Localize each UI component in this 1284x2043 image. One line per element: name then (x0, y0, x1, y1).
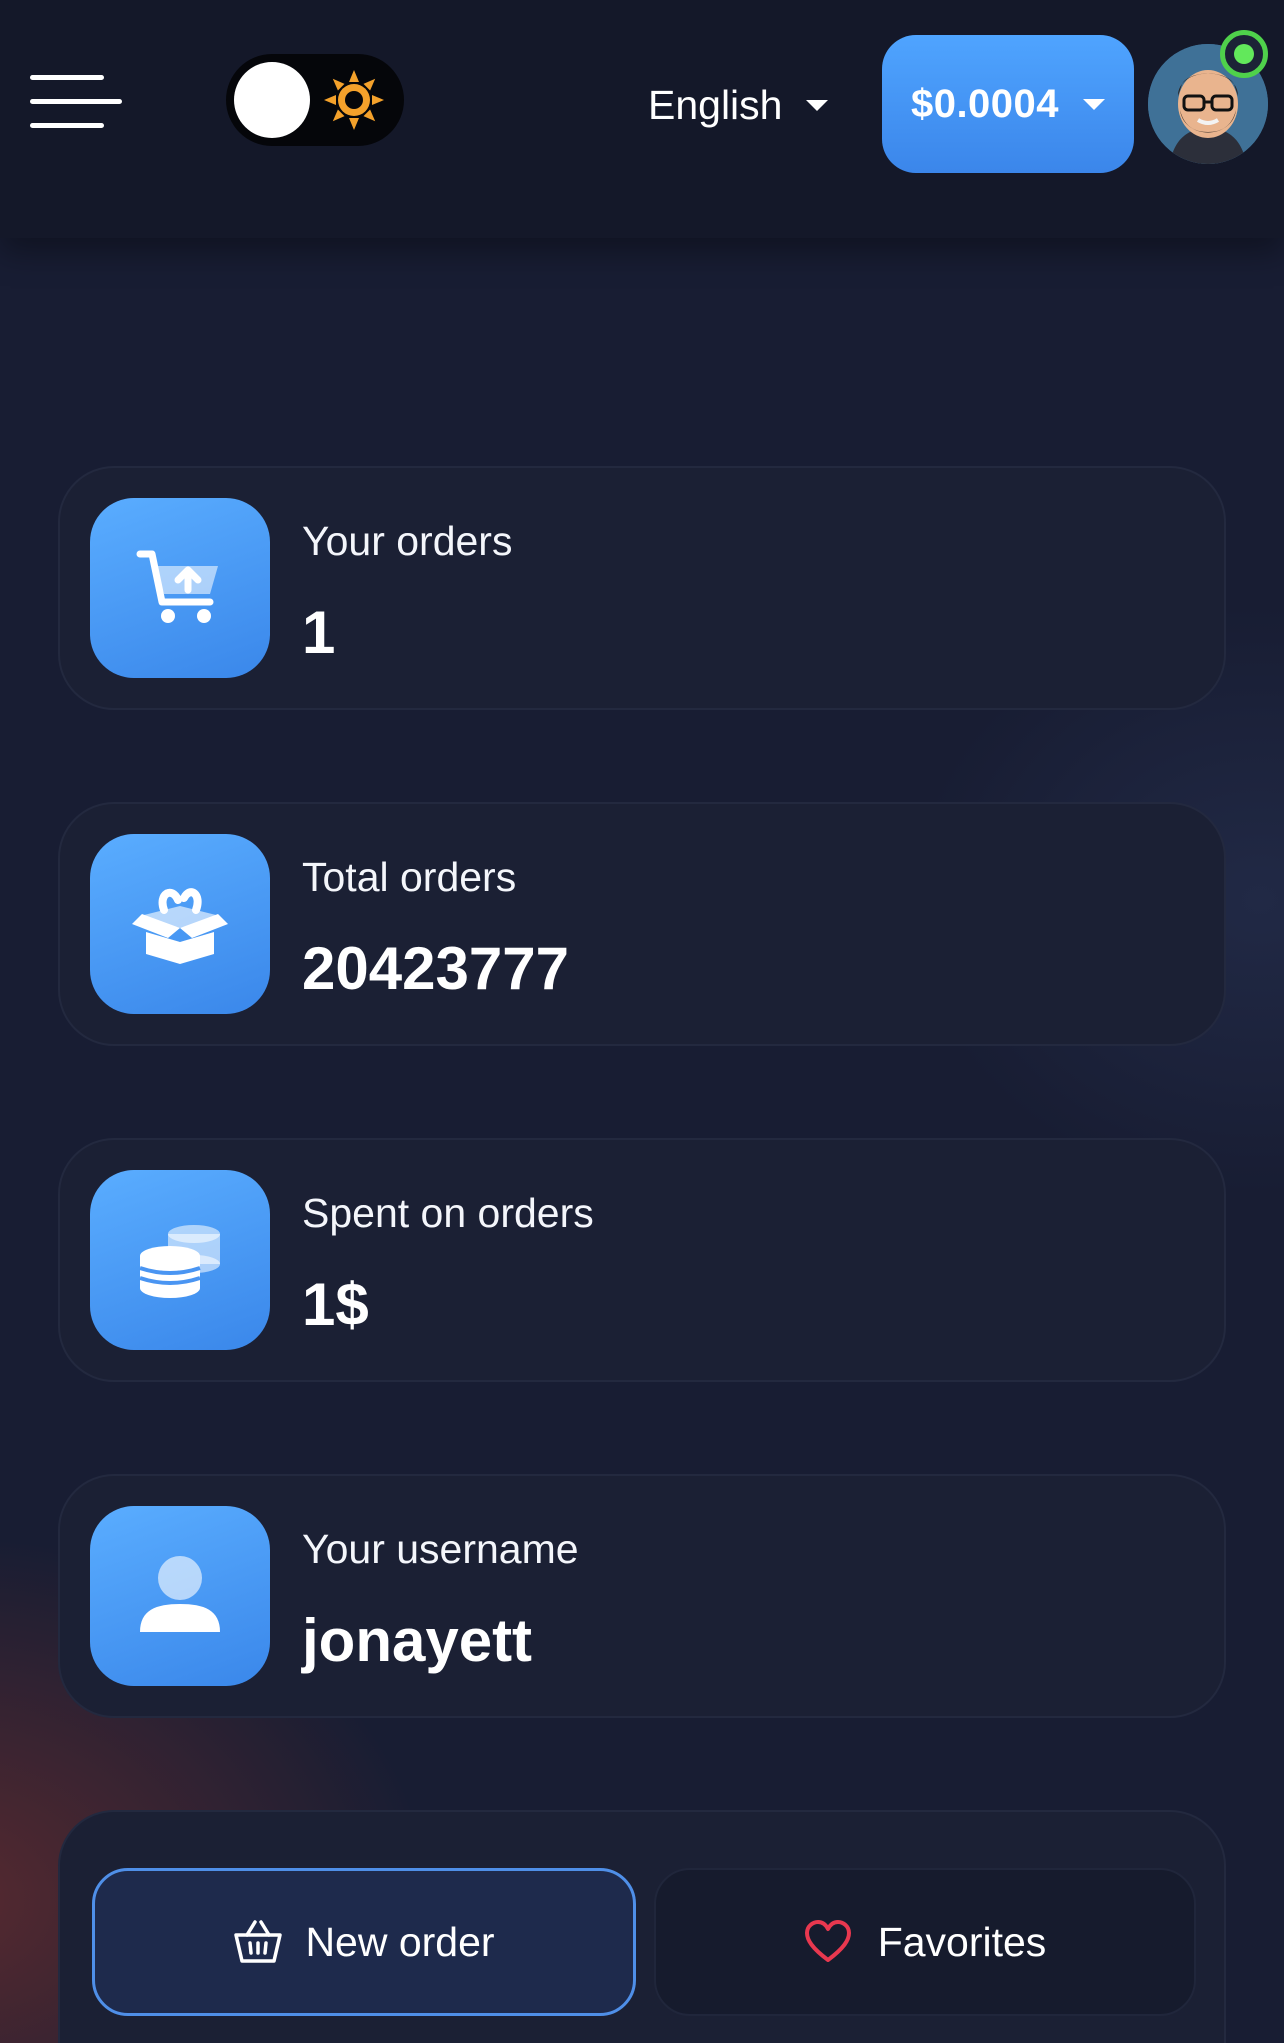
basket-icon (234, 1920, 283, 1963)
stat-value: 1 (302, 599, 336, 666)
menu-icon-line (30, 99, 122, 104)
chevron-down-icon (1083, 98, 1106, 110)
favorites-label: Favorites (877, 1918, 1047, 1965)
page: English $0.0004 Your orders 1 Total orde… (0, 0, 1284, 2043)
new-order-label: New order (305, 1918, 495, 1965)
menu-icon-line (30, 75, 104, 80)
chevron-down-icon (806, 99, 829, 111)
action-panel: New order Favorites (58, 1810, 1226, 2043)
toggle-knob (234, 62, 310, 138)
coins-icon (90, 1170, 270, 1350)
stat-caption: Your orders (302, 518, 513, 564)
menu-icon[interactable] (30, 75, 122, 131)
stat-value: jonayett (302, 1607, 533, 1674)
cart-upload-icon (90, 498, 270, 678)
stat-value: 1$ (302, 1271, 369, 1338)
stat-caption: Total orders (302, 854, 517, 900)
stat-card-spent-on-orders: Spent on orders 1$ (58, 1138, 1226, 1382)
open-box-icon (90, 834, 270, 1014)
cart-upload-icon-svg (136, 550, 218, 623)
open-box-icon-svg (132, 888, 228, 964)
stat-caption: Spent on orders (302, 1190, 594, 1236)
language-selector[interactable]: English (648, 78, 829, 132)
theme-toggle[interactable] (226, 54, 404, 146)
coins-icon-svg (139, 1225, 220, 1298)
stat-value: 20423777 (302, 935, 569, 1002)
user-icon-svg (140, 1556, 220, 1632)
stat-caption: Your username (302, 1526, 579, 1572)
sun-icon (324, 70, 384, 130)
online-status-indicator (1220, 30, 1268, 78)
favorites-button[interactable]: Favorites (654, 1868, 1196, 2016)
balance-button[interactable]: $0.0004 (882, 35, 1134, 173)
language-label: English (648, 81, 783, 128)
new-order-button[interactable]: New order (92, 1868, 636, 2016)
stat-card-total-orders: Total orders 20423777 (58, 802, 1226, 1046)
balance-amount: $0.0004 (910, 81, 1060, 126)
top-bar: English $0.0004 (0, 0, 1284, 238)
menu-icon-line (30, 123, 104, 128)
stat-card-username: Your username jonayett (58, 1474, 1226, 1718)
user-icon (90, 1506, 270, 1686)
stat-card-your-orders: Your orders 1 (58, 466, 1226, 710)
heart-icon (804, 1920, 851, 1962)
